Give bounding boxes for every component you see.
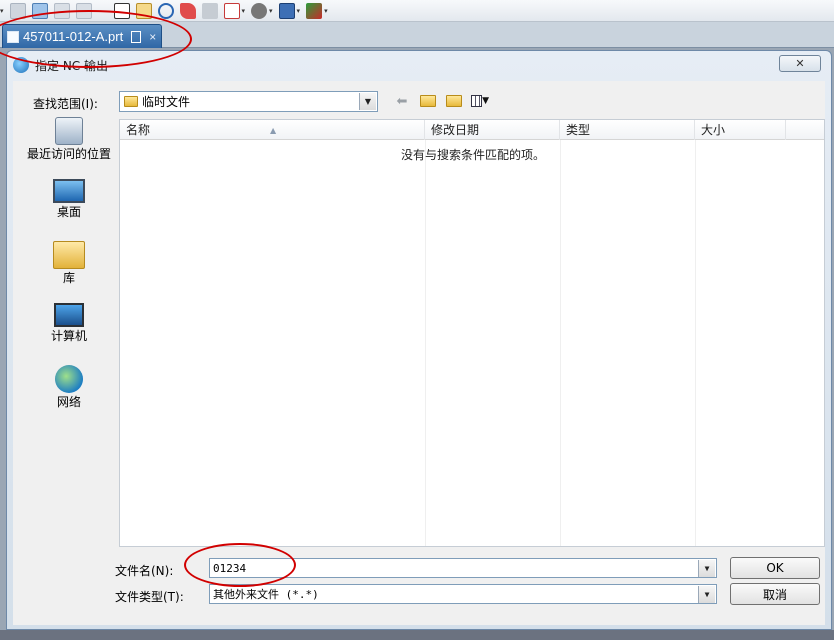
column-divider	[560, 140, 561, 546]
column-type[interactable]: 类型	[560, 120, 695, 140]
place-libraries[interactable]: 库	[23, 241, 115, 285]
grid-icon[interactable]	[223, 2, 240, 19]
filetype-select[interactable]: 其他外来文件 (*.*) ▼	[209, 584, 717, 604]
nx-app-icon	[13, 57, 29, 73]
render-icon[interactable]	[251, 2, 268, 19]
place-computer[interactable]: 计算机	[23, 303, 115, 343]
dropdown-arrow-icon[interactable]: ▾	[242, 7, 246, 15]
close-button[interactable]: ✕	[779, 55, 821, 72]
sort-ascending-icon: ▲	[270, 126, 277, 135]
dropdown-arrow-icon[interactable]: ▾	[297, 7, 301, 15]
computer-icon	[54, 303, 84, 327]
view-menu-icon[interactable]: ▼	[471, 93, 489, 109]
place-desktop[interactable]: 桌面	[23, 179, 115, 219]
dropdown-arrow-icon[interactable]: ▾	[269, 7, 273, 15]
chevron-down-icon[interactable]: ▼	[359, 93, 376, 110]
ok-button[interactable]: OK	[730, 557, 820, 579]
copy-icon[interactable]	[53, 2, 70, 19]
place-network[interactable]: 网络	[23, 365, 115, 409]
desktop-icon	[53, 179, 85, 203]
filetype-label: 文件类型(T):	[115, 590, 184, 604]
dialog-title: 指定 NC 输出	[35, 58, 108, 73]
dialog-body: 查找范围(I): 临时文件 ▼ ⬅ ▼ 最近访问的位置 桌面 库 计算机 网络 …	[13, 81, 825, 625]
place-libraries-label: 库	[62, 271, 75, 285]
column-divider	[425, 140, 426, 546]
filename-label: 文件名(N):	[115, 564, 174, 578]
chevron-down-icon[interactable]: ▼	[698, 586, 715, 603]
recent-places-icon	[55, 117, 83, 145]
filename-value: 01234	[213, 561, 247, 575]
place-recent-label: 最近访问的位置	[26, 147, 111, 161]
zoom-icon[interactable]	[135, 2, 152, 19]
document-tab-title: 457011-012-A.prt	[23, 29, 124, 44]
file-list[interactable]: 名称 ▲ 修改日期 类型 大小 没有与搜索条件匹配的项。	[119, 119, 825, 547]
empty-message: 没有与搜索条件匹配的项。	[401, 148, 546, 162]
cube-icon[interactable]	[278, 2, 295, 19]
specify-nc-output-dialog: 指定 NC 输出 ✕ 查找范围(I): 临时文件 ▼ ⬅ ▼ 最近访问的位置 桌…	[6, 50, 832, 630]
dialog-title-bar: 指定 NC 输出	[7, 51, 831, 79]
column-divider	[695, 140, 696, 546]
document-tab[interactable]: 457011-012-A.prt ×	[2, 24, 162, 48]
layer-icon[interactable]	[201, 2, 218, 19]
back-arrow-icon[interactable]: ⬅	[393, 93, 411, 109]
place-computer-label: 计算机	[50, 329, 87, 343]
open-icon[interactable]	[9, 2, 26, 19]
part-file-icon	[7, 30, 19, 43]
cancel-button[interactable]: 取消	[730, 583, 820, 605]
filename-input[interactable]: 01234 ▼	[209, 558, 717, 578]
look-in-label: 查找范围(I):	[33, 97, 98, 111]
column-name[interactable]: 名称 ▲	[120, 120, 425, 140]
places-bar: 最近访问的位置 桌面 库 计算机 网络	[23, 117, 113, 557]
paste-icon[interactable]	[75, 2, 92, 19]
list-header: 名称 ▲ 修改日期 类型 大小	[120, 120, 824, 140]
column-date-modified[interactable]: 修改日期	[425, 120, 560, 140]
toolbar-dropdown-icon[interactable]: ▾	[0, 7, 4, 15]
document-tab-strip: 457011-012-A.prt ×	[0, 22, 834, 48]
move-icon[interactable]	[306, 2, 323, 19]
libraries-icon	[53, 241, 85, 269]
part-icon[interactable]	[31, 2, 48, 19]
main-toolbar: ▾ ▾ ▾ ▾ ▾	[0, 0, 834, 22]
navigation-toolbar: ⬅ ▼	[393, 93, 489, 109]
look-in-combo[interactable]: 临时文件 ▼	[119, 91, 378, 112]
modified-icon	[131, 30, 142, 43]
zoom-window-icon[interactable]	[113, 2, 130, 19]
up-folder-icon[interactable]	[419, 93, 437, 109]
chevron-down-icon[interactable]: ▼	[698, 560, 715, 577]
place-recent[interactable]: 最近访问的位置	[23, 117, 115, 161]
close-icon: ✕	[795, 57, 805, 70]
place-network-label: 网络	[56, 395, 81, 409]
filetype-value: 其他外来文件 (*.*)	[213, 588, 319, 601]
pen-icon[interactable]	[179, 2, 196, 19]
new-folder-icon[interactable]	[445, 93, 463, 109]
place-desktop-label: 桌面	[56, 205, 81, 219]
bottom-edge	[0, 630, 834, 640]
rotate-icon[interactable]	[157, 2, 174, 19]
close-tab-icon[interactable]: ×	[149, 30, 156, 44]
look-in-value: 临时文件	[142, 95, 191, 109]
folder-icon	[124, 96, 138, 107]
network-icon	[55, 365, 83, 393]
column-size[interactable]: 大小	[695, 120, 786, 140]
dropdown-arrow-icon[interactable]: ▾	[324, 7, 328, 15]
